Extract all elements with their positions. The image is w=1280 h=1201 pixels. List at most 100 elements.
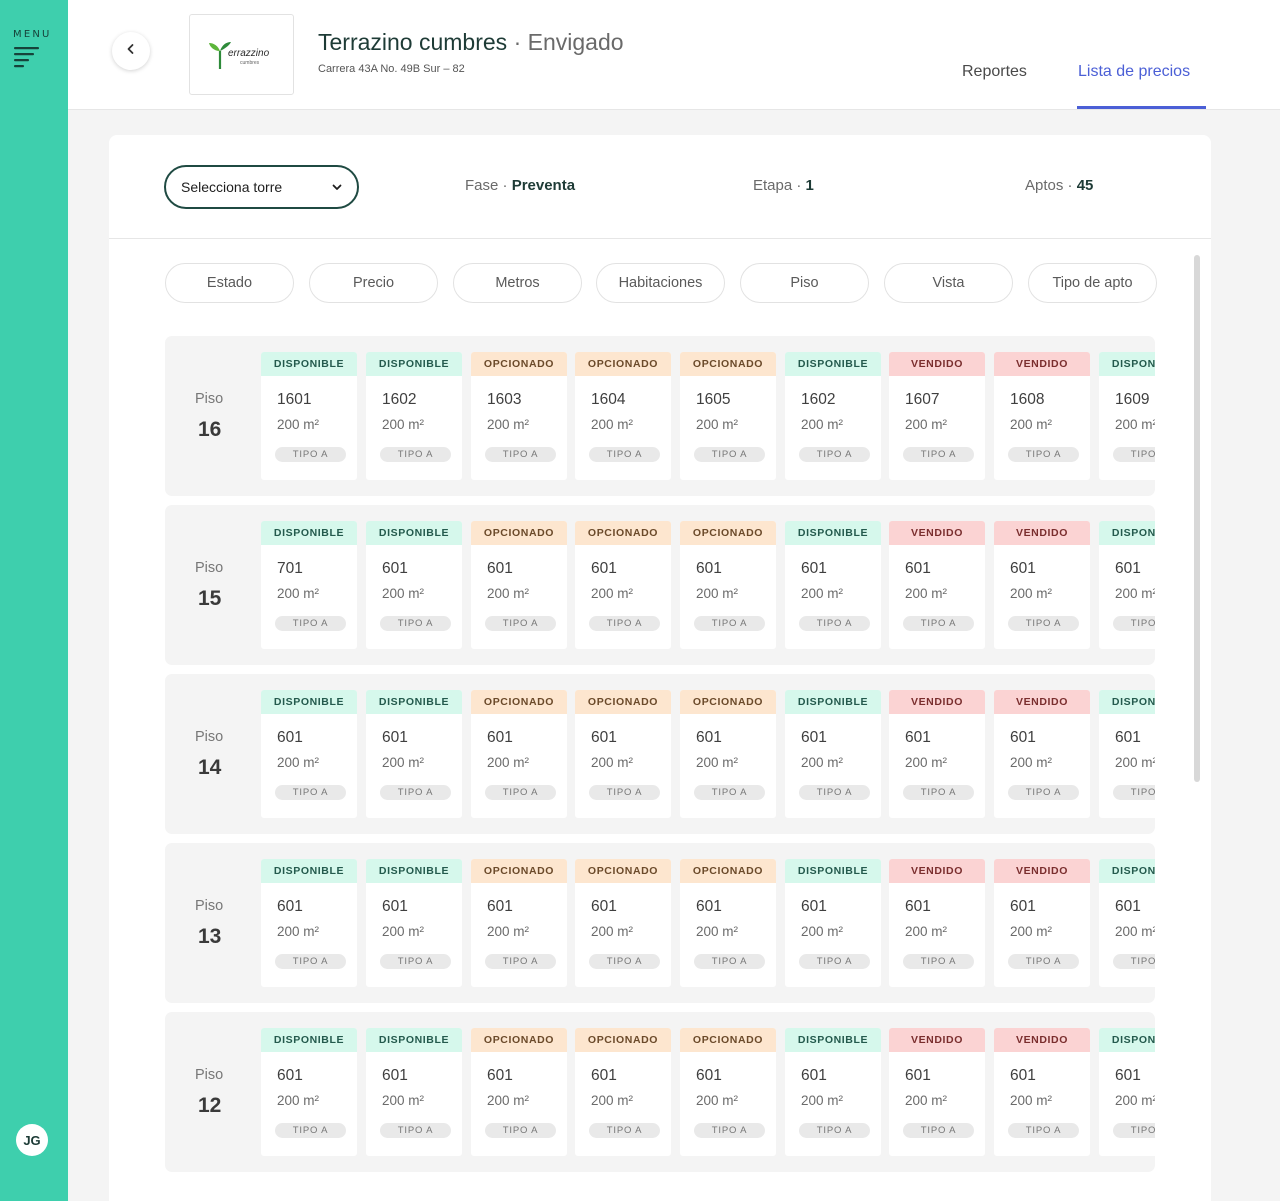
unit-area: 200 m²	[382, 586, 425, 601]
unit-card[interactable]: DISPONIBLE 601 200 m² TIPO A	[785, 690, 881, 818]
filter-estado[interactable]: Estado	[165, 263, 294, 303]
unit-type-badge: TIPO A	[799, 954, 870, 969]
unit-card[interactable]: OPCIONADO 1603 200 m² TIPO A	[471, 352, 567, 480]
unit-area: 200 m²	[382, 417, 425, 432]
filter-precio[interactable]: Precio	[309, 263, 438, 303]
unit-number: 1607	[905, 391, 940, 408]
filter-habitaciones[interactable]: Habitaciones	[596, 263, 725, 303]
menu-label: MENU	[13, 29, 52, 40]
unit-card[interactable]: VENDIDO 601 200 m² TIPO A	[889, 1028, 985, 1156]
floor-label: Piso	[195, 729, 224, 745]
unit-card[interactable]: OPCIONADO 601 200 m² TIPO A	[471, 521, 567, 649]
unit-card[interactable]: DISPONIBLE 601 200 m² TIPO A	[366, 1028, 462, 1156]
status-badge: VENDIDO	[994, 521, 1090, 545]
floor-number: 15	[198, 587, 222, 610]
unit-card[interactable]: DISPONIBLE 601 200 m² TIPO A	[366, 690, 462, 818]
status-badge: DISPONIBLE	[1099, 521, 1155, 545]
unit-number: 601	[487, 1067, 513, 1084]
unit-card[interactable]: DISPONIBLE 1602 200 m² TIPO A	[366, 352, 462, 480]
unit-number: 601	[1010, 1067, 1036, 1084]
tab-lista-de-precios[interactable]: Lista de precios	[1078, 63, 1190, 81]
avatar[interactable]: JG	[16, 1124, 48, 1156]
scrollbar[interactable]	[1194, 255, 1200, 782]
unit-type-badge: TIPO A	[903, 1123, 974, 1138]
price-list-card: Selecciona torre Fase · Preventa Etapa ·…	[109, 135, 1211, 1201]
unit-type-badge: TIPO A	[1113, 954, 1155, 969]
unit-card[interactable]: DISPONIBLE 601 200 m² TIPO A	[261, 690, 357, 818]
filter-piso[interactable]: Piso	[740, 263, 869, 303]
unit-card[interactable]: OPCIONADO 601 200 m² TIPO A	[575, 521, 671, 649]
unit-card[interactable]: OPCIONADO 601 200 m² TIPO A	[680, 690, 776, 818]
unit-card[interactable]: DISPONIBLE 601 200 m² TIPO A	[366, 859, 462, 987]
unit-card[interactable]: OPCIONADO 601 200 m² TIPO A	[471, 1028, 567, 1156]
unit-card[interactable]: OPCIONADO 601 200 m² TIPO A	[471, 690, 567, 818]
unit-card[interactable]: OPCIONADO 601 200 m² TIPO A	[575, 859, 671, 987]
unit-card[interactable]: VENDIDO 601 200 m² TIPO A	[889, 690, 985, 818]
unit-card[interactable]: OPCIONADO 601 200 m² TIPO A	[575, 1028, 671, 1156]
filter-tipo-de-apto[interactable]: Tipo de apto	[1028, 263, 1157, 303]
unit-number: 601	[801, 560, 827, 577]
unit-card[interactable]: DISPONIBLE 701 200 m² TIPO A	[261, 521, 357, 649]
unit-card[interactable]: DISPONIBLE 601 200 m² TIPO A	[785, 859, 881, 987]
unit-number: 601	[382, 560, 408, 577]
unit-card[interactable]: DISPONIBLE 1601 200 m² TIPO A	[261, 352, 357, 480]
unit-number: 601	[905, 898, 931, 915]
unit-number: 601	[277, 1067, 303, 1084]
unit-card[interactable]: OPCIONADO 601 200 m² TIPO A	[471, 859, 567, 987]
unit-number: 601	[277, 729, 303, 746]
unit-card[interactable]: OPCIONADO 601 200 m² TIPO A	[680, 521, 776, 649]
status-badge: DISPONIBLE	[1099, 352, 1155, 376]
unit-card[interactable]: VENDIDO 601 200 m² TIPO A	[994, 859, 1090, 987]
unit-area: 200 m²	[277, 755, 320, 770]
unit-card[interactable]: DISPONIBLE 601 200 m² TIPO A	[1099, 690, 1155, 818]
unit-card[interactable]: OPCIONADO 601 200 m² TIPO A	[680, 859, 776, 987]
unit-card[interactable]: DISPONIBLE 601 200 m² TIPO A	[1099, 521, 1155, 649]
unit-card[interactable]: DISPONIBLE 601 200 m² TIPO A	[785, 521, 881, 649]
unit-type-badge: TIPO A	[694, 785, 765, 800]
unit-type-badge: TIPO A	[1008, 616, 1079, 631]
unit-card[interactable]: VENDIDO 601 200 m² TIPO A	[994, 690, 1090, 818]
unit-card[interactable]: VENDIDO 1608 200 m² TIPO A	[994, 352, 1090, 480]
unit-card[interactable]: OPCIONADO 1604 200 m² TIPO A	[575, 352, 671, 480]
unit-area: 200 m²	[487, 924, 530, 939]
unit-number: 601	[487, 729, 513, 746]
unit-area: 200 m²	[1115, 924, 1155, 939]
unit-card[interactable]: VENDIDO 601 200 m² TIPO A	[889, 859, 985, 987]
fase-value: Preventa	[511, 177, 576, 194]
tower-select-label: Selecciona torre	[181, 179, 283, 195]
unit-card[interactable]: DISPONIBLE 601 200 m² TIPO A	[261, 859, 357, 987]
unit-card[interactable]: DISPONIBLE 1609 200 m² TIPO A	[1099, 352, 1155, 480]
unit-number: 601	[382, 898, 408, 915]
unit-number: 601	[382, 1067, 408, 1084]
tab-reportes[interactable]: Reportes	[962, 63, 1027, 81]
unit-card[interactable]: VENDIDO 1607 200 m² TIPO A	[889, 352, 985, 480]
status-badge: DISPONIBLE	[261, 690, 357, 714]
unit-area: 200 m²	[591, 924, 634, 939]
unit-card[interactable]: DISPONIBLE 601 200 m² TIPO A	[366, 521, 462, 649]
unit-card[interactable]: OPCIONADO 1605 200 m² TIPO A	[680, 352, 776, 480]
unit-area: 200 m²	[1010, 417, 1053, 432]
unit-number: 1609	[1115, 391, 1150, 408]
menu-icon[interactable]	[14, 46, 40, 72]
unit-card[interactable]: OPCIONADO 601 200 m² TIPO A	[680, 1028, 776, 1156]
back-button[interactable]	[112, 32, 150, 70]
unit-number: 1604	[591, 391, 626, 408]
unit-type-badge: TIPO A	[799, 447, 870, 462]
floor-number: 14	[198, 756, 222, 779]
tower-select[interactable]: Selecciona torre	[164, 165, 359, 209]
unit-card[interactable]: OPCIONADO 601 200 m² TIPO A	[575, 690, 671, 818]
unit-card[interactable]: DISPONIBLE 601 200 m² TIPO A	[261, 1028, 357, 1156]
filter-metros[interactable]: Metros	[453, 263, 582, 303]
unit-card[interactable]: VENDIDO 601 200 m² TIPO A	[994, 1028, 1090, 1156]
unit-area: 200 m²	[696, 586, 739, 601]
unit-type-badge: TIPO A	[1113, 447, 1155, 462]
unit-card[interactable]: VENDIDO 601 200 m² TIPO A	[994, 521, 1090, 649]
status-badge: DISPONIBLE	[366, 859, 462, 883]
unit-card[interactable]: DISPONIBLE 1602 200 m² TIPO A	[785, 352, 881, 480]
unit-card[interactable]: DISPONIBLE 601 200 m² TIPO A	[1099, 859, 1155, 987]
unit-card[interactable]: DISPONIBLE 601 200 m² TIPO A	[1099, 1028, 1155, 1156]
unit-type-badge: TIPO A	[380, 616, 451, 631]
unit-card[interactable]: VENDIDO 601 200 m² TIPO A	[889, 521, 985, 649]
unit-card[interactable]: DISPONIBLE 601 200 m² TIPO A	[785, 1028, 881, 1156]
filter-vista[interactable]: Vista	[884, 263, 1013, 303]
